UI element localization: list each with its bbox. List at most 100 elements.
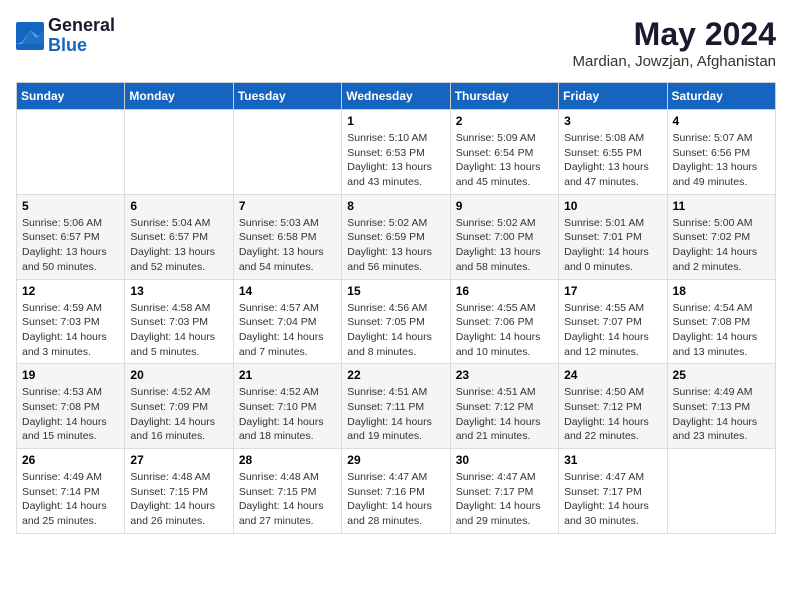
calendar-cell: 4Sunrise: 5:07 AMSunset: 6:56 PMDaylight… [667, 110, 775, 195]
day-number: 7 [239, 199, 336, 213]
logo: General Blue [16, 16, 115, 56]
day-number: 31 [564, 453, 661, 467]
weekday-header-wednesday: Wednesday [342, 83, 450, 110]
day-number: 3 [564, 114, 661, 128]
weekday-header-monday: Monday [125, 83, 233, 110]
day-number: 19 [22, 368, 119, 382]
day-number: 12 [22, 284, 119, 298]
calendar-cell: 27 Sunrise: 4:48 AMSunset: 7:15 PMDayligh… [125, 449, 233, 534]
weekday-header-thursday: Thursday [450, 83, 558, 110]
week-row-5: 26Sunrise: 4:49 AMSunset: 7:14 PMDayligh… [17, 449, 776, 534]
day-number: 17 [564, 284, 661, 298]
weekday-header-tuesday: Tuesday [233, 83, 341, 110]
day-number: 18 [673, 284, 770, 298]
weekday-header-saturday: Saturday [667, 83, 775, 110]
weekday-header-row: SundayMondayTuesdayWednesdayThursdayFrid… [17, 83, 776, 110]
day-info: Sunrise: 4:49 AMSunset: 7:14 PMDaylight:… [22, 470, 119, 529]
logo-blue: Blue [48, 36, 115, 56]
calendar-cell: 1 Sunrise: 5:10 AMSunset: 6:53 PMDaylight… [342, 110, 450, 195]
day-number: 22 [347, 368, 444, 382]
day-number: 27 [130, 453, 227, 467]
day-info: Sunrise: 4:50 AMSunset: 7:12 PMDaylight:… [564, 385, 661, 444]
page-header: General Blue May 2024 Mardian, Jowzjan, … [16, 16, 776, 70]
day-info: Sunrise: 5:00 AMSunset: 7:02 PMDaylight:… [673, 216, 770, 275]
day-info: Sunrise: 4:51 AMSunset: 7:12 PMDaylight:… [456, 385, 553, 444]
weekday-header-friday: Friday [559, 83, 667, 110]
day-number: 14 [239, 284, 336, 298]
calendar-cell [667, 449, 775, 534]
calendar-cell: 10 Sunrise: 5:01 AMSunset: 7:01 PMDayligh… [559, 194, 667, 279]
calendar-cell: 8 Sunrise: 5:02 AMSunset: 6:59 PMDaylight… [342, 194, 450, 279]
day-info: Sunrise: 5:03 AMSunset: 6:58 PMDaylight:… [239, 216, 336, 275]
day-info: Sunrise: 4:47 AMSunset: 7:16 PMDaylight:… [347, 470, 444, 529]
calendar-cell: 22 Sunrise: 4:51 AMSunset: 7:11 PMDayligh… [342, 364, 450, 449]
day-number: 29 [347, 453, 444, 467]
day-info: Sunrise: 5:02 AMSunset: 6:59 PMDaylight:… [347, 216, 444, 275]
day-info: Sunrise: 5:10 AMSunset: 6:53 PMDaylight:… [347, 131, 444, 190]
day-info: Sunrise: 4:55 AMSunset: 7:07 PMDaylight:… [564, 301, 661, 360]
calendar-cell [17, 110, 125, 195]
calendar-cell: 15Sunrise: 4:56 AMSunset: 7:05 PMDayligh… [342, 279, 450, 364]
day-number: 24 [564, 368, 661, 382]
day-info: Sunrise: 4:48 AMSunset: 7:15 PMDaylight:… [239, 470, 336, 529]
day-info: Sunrise: 4:51 AMSunset: 7:11 PMDaylight:… [347, 385, 444, 444]
day-info: Sunrise: 4:54 AMSunset: 7:08 PMDaylight:… [673, 301, 770, 360]
calendar-cell: 17 Sunrise: 4:55 AMSunset: 7:07 PMDayligh… [559, 279, 667, 364]
day-info: Sunrise: 5:06 AMSunset: 6:57 PMDaylight:… [22, 216, 119, 275]
day-number: 8 [347, 199, 444, 213]
weekday-header-sunday: Sunday [17, 83, 125, 110]
day-number: 23 [456, 368, 553, 382]
day-info: Sunrise: 5:09 AMSunset: 6:54 PMDaylight:… [456, 131, 553, 190]
day-info: Sunrise: 4:57 AMSunset: 7:04 PMDaylight:… [239, 301, 336, 360]
day-info: Sunrise: 5:01 AMSunset: 7:01 PMDaylight:… [564, 216, 661, 275]
day-info: Sunrise: 4:53 AMSunset: 7:08 PMDaylight:… [22, 385, 119, 444]
location: Mardian, Jowzjan, Afghanistan [573, 53, 776, 70]
week-row-4: 19 Sunrise: 4:53 AMSunset: 7:08 PMDayligh… [17, 364, 776, 449]
calendar-cell: 6 Sunrise: 5:04 AMSunset: 6:57 PMDaylight… [125, 194, 233, 279]
calendar-cell: 11Sunrise: 5:00 AMSunset: 7:02 PMDayligh… [667, 194, 775, 279]
calendar-cell: 29 Sunrise: 4:47 AMSunset: 7:16 PMDayligh… [342, 449, 450, 534]
day-number: 9 [456, 199, 553, 213]
calendar-cell: 2 Sunrise: 5:09 AMSunset: 6:54 PMDaylight… [450, 110, 558, 195]
day-number: 2 [456, 114, 553, 128]
calendar-cell: 13 Sunrise: 4:58 AMSunset: 7:03 PMDayligh… [125, 279, 233, 364]
calendar-cell: 3Sunrise: 5:08 AMSunset: 6:55 PMDaylight… [559, 110, 667, 195]
day-number: 21 [239, 368, 336, 382]
calendar-cell: 19 Sunrise: 4:53 AMSunset: 7:08 PMDayligh… [17, 364, 125, 449]
day-number: 13 [130, 284, 227, 298]
calendar-cell: 18 Sunrise: 4:54 AMSunset: 7:08 PMDayligh… [667, 279, 775, 364]
day-info: Sunrise: 4:59 AMSunset: 7:03 PMDaylight:… [22, 301, 119, 360]
calendar-cell: 20Sunrise: 4:52 AMSunset: 7:09 PMDayligh… [125, 364, 233, 449]
calendar-cell: 21Sunrise: 4:52 AMSunset: 7:10 PMDayligh… [233, 364, 341, 449]
calendar-cell: 9 Sunrise: 5:02 AMSunset: 7:00 PMDaylight… [450, 194, 558, 279]
day-info: Sunrise: 4:55 AMSunset: 7:06 PMDaylight:… [456, 301, 553, 360]
day-number: 6 [130, 199, 227, 213]
calendar-table: SundayMondayTuesdayWednesdayThursdayFrid… [16, 82, 776, 534]
day-info: Sunrise: 5:02 AMSunset: 7:00 PMDaylight:… [456, 216, 553, 275]
day-number: 20 [130, 368, 227, 382]
calendar-cell: 5 Sunrise: 5:06 AMSunset: 6:57 PMDaylight… [17, 194, 125, 279]
month-year: May 2024 [573, 16, 776, 53]
day-info: Sunrise: 5:04 AMSunset: 6:57 PMDaylight:… [130, 216, 227, 275]
day-number: 5 [22, 199, 119, 213]
week-row-2: 5 Sunrise: 5:06 AMSunset: 6:57 PMDaylight… [17, 194, 776, 279]
day-info: Sunrise: 4:58 AMSunset: 7:03 PMDaylight:… [130, 301, 227, 360]
logo-text: General Blue [48, 16, 115, 56]
day-info: Sunrise: 4:48 AMSunset: 7:15 PMDaylight:… [130, 470, 227, 529]
day-number: 30 [456, 453, 553, 467]
day-info: Sunrise: 4:47 AMSunset: 7:17 PMDaylight:… [564, 470, 661, 529]
day-number: 28 [239, 453, 336, 467]
day-number: 10 [564, 199, 661, 213]
calendar-cell: 14 Sunrise: 4:57 AMSunset: 7:04 PMDayligh… [233, 279, 341, 364]
calendar-cell: 31 Sunrise: 4:47 AMSunset: 7:17 PMDayligh… [559, 449, 667, 534]
day-number: 1 [347, 114, 444, 128]
calendar-cell: 23 Sunrise: 4:51 AMSunset: 7:12 PMDayligh… [450, 364, 558, 449]
calendar-cell: 16Sunrise: 4:55 AMSunset: 7:06 PMDayligh… [450, 279, 558, 364]
calendar-cell: 12 Sunrise: 4:59 AMSunset: 7:03 PMDayligh… [17, 279, 125, 364]
calendar-cell: 30Sunrise: 4:47 AMSunset: 7:17 PMDayligh… [450, 449, 558, 534]
calendar-cell [233, 110, 341, 195]
logo-general: General [48, 16, 115, 36]
day-number: 25 [673, 368, 770, 382]
calendar-cell [125, 110, 233, 195]
calendar-cell: 26Sunrise: 4:49 AMSunset: 7:14 PMDayligh… [17, 449, 125, 534]
